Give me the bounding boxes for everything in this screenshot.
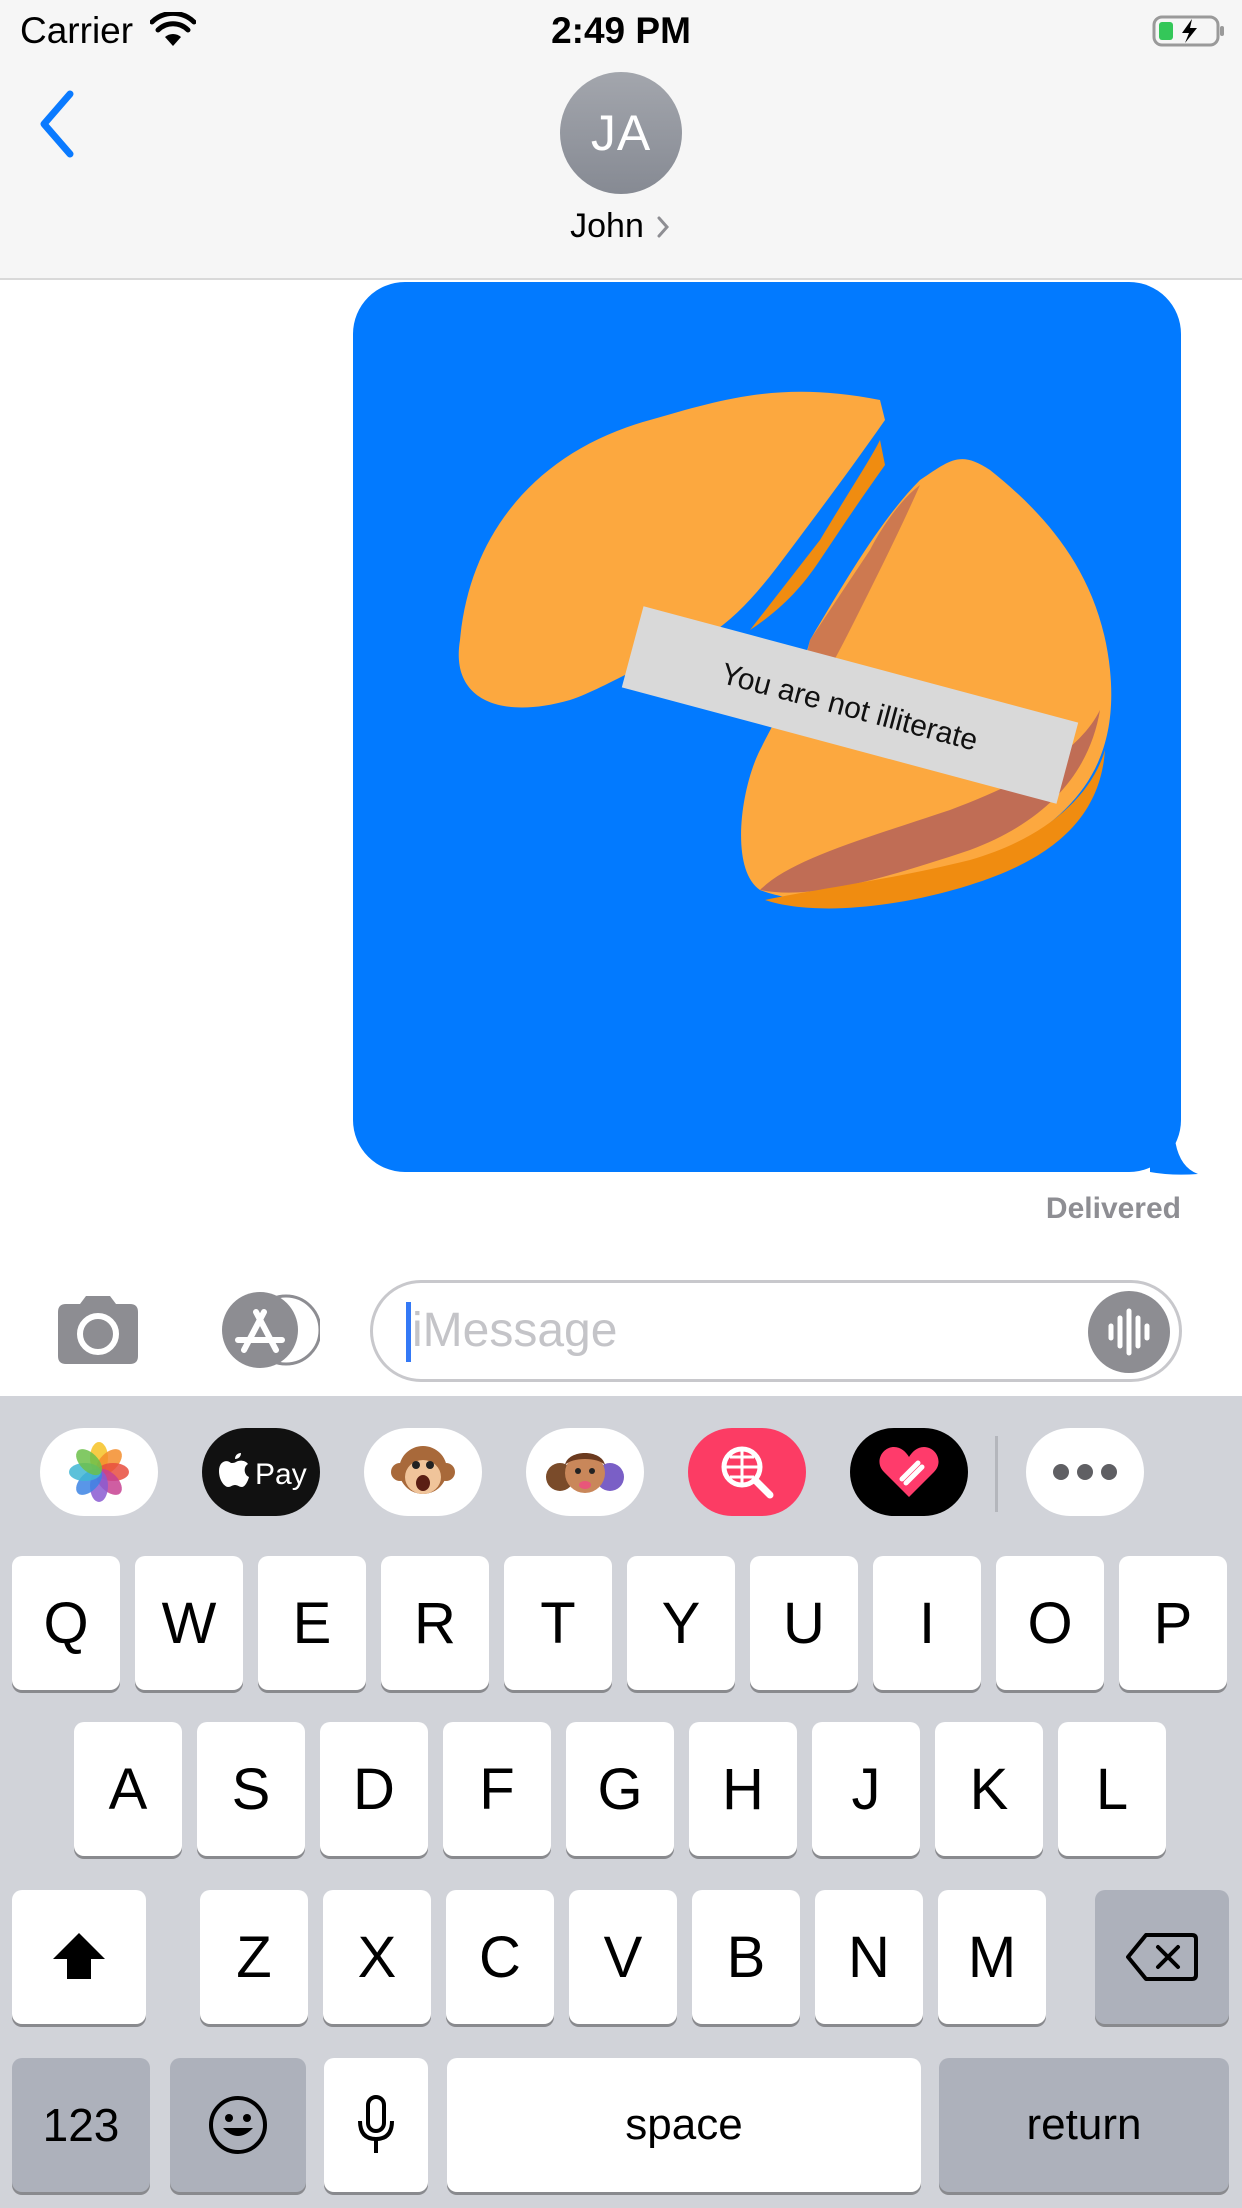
contact-name: John xyxy=(570,207,644,245)
battery-charging-icon xyxy=(1152,15,1224,47)
key-r[interactable]: R xyxy=(381,1556,489,1690)
apple-pay-app-button[interactable]: Pay xyxy=(202,1428,320,1516)
space-key[interactable]: space xyxy=(447,2058,921,2192)
key-g[interactable]: G xyxy=(566,1722,674,1856)
key-y[interactable]: Y xyxy=(627,1556,735,1690)
key-v[interactable]: V xyxy=(569,1890,677,2024)
conversation-header: JA John xyxy=(0,62,1242,280)
photos-app-button[interactable] xyxy=(40,1428,158,1516)
backspace-icon xyxy=(1126,1933,1198,1981)
dictation-key[interactable] xyxy=(324,2058,428,2192)
key-a[interactable]: A xyxy=(74,1722,182,1856)
key-p[interactable]: P xyxy=(1119,1556,1227,1690)
memoji-icon xyxy=(546,1453,624,1493)
key-m[interactable]: M xyxy=(938,1890,1046,2024)
return-key[interactable]: return xyxy=(939,2058,1229,2192)
search-gif-app-button[interactable] xyxy=(688,1428,806,1516)
microphone-icon xyxy=(358,2095,394,2153)
key-i[interactable]: I xyxy=(873,1556,981,1690)
shift-key[interactable] xyxy=(12,1890,146,2024)
svg-text:Pay: Pay xyxy=(255,1458,307,1491)
photos-icon xyxy=(69,1442,129,1502)
emoji-icon xyxy=(209,2096,267,2154)
fortune-cookie-sticker[interactable]: You are not illiterate xyxy=(430,390,1130,1050)
memoji-app-button[interactable] xyxy=(526,1428,644,1516)
key-z[interactable]: Z xyxy=(200,1890,308,2024)
contact-name-button[interactable]: John xyxy=(0,207,1242,246)
key-d[interactable]: D xyxy=(320,1722,428,1856)
key-u[interactable]: U xyxy=(750,1556,858,1690)
emoji-key[interactable] xyxy=(170,2058,306,2192)
heart-icon xyxy=(879,1447,939,1497)
status-time: 2:49 PM xyxy=(551,10,691,51)
delete-key[interactable] xyxy=(1095,1890,1229,2024)
key-e[interactable]: E xyxy=(258,1556,366,1690)
digital-touch-app-button[interactable] xyxy=(850,1428,968,1516)
monkey-icon xyxy=(391,1446,455,1494)
key-j[interactable]: J xyxy=(812,1722,920,1856)
animoji-app-button[interactable] xyxy=(364,1428,482,1516)
text-caret xyxy=(406,1302,411,1362)
key-k[interactable]: K xyxy=(935,1722,1043,1856)
app-drawer-divider xyxy=(995,1436,998,1512)
audio-message-button[interactable] xyxy=(1088,1291,1170,1373)
shift-arrow-icon xyxy=(53,1933,105,1979)
key-l[interactable]: L xyxy=(1058,1722,1166,1856)
more-icon xyxy=(1053,1464,1117,1480)
key-s[interactable]: S xyxy=(197,1722,305,1856)
key-x[interactable]: X xyxy=(323,1890,431,2024)
key-w[interactable]: W xyxy=(135,1556,243,1690)
globe-search-icon xyxy=(721,1446,774,1499)
key-c[interactable]: C xyxy=(446,1890,554,2024)
app-store-icon[interactable] xyxy=(210,1290,320,1370)
key-n[interactable]: N xyxy=(815,1890,923,2024)
audio-waveform-icon xyxy=(1108,1308,1150,1356)
camera-icon[interactable] xyxy=(50,1290,146,1370)
key-q[interactable]: Q xyxy=(12,1556,120,1690)
chevron-right-icon xyxy=(657,216,669,237)
message-placeholder: iMessage xyxy=(412,1304,618,1357)
numbers-key[interactable]: 123 xyxy=(12,2058,150,2192)
avatar[interactable]: JA xyxy=(560,72,682,194)
bubble-tail xyxy=(1150,1130,1198,1175)
chevron-left-icon[interactable] xyxy=(30,84,86,164)
key-h[interactable]: H xyxy=(689,1722,797,1856)
key-f[interactable]: F xyxy=(443,1722,551,1856)
apple-pay-icon: Pay xyxy=(219,1453,307,1491)
key-o[interactable]: O xyxy=(996,1556,1104,1690)
delivery-status: Delivered xyxy=(1045,1192,1181,1225)
key-t[interactable]: T xyxy=(504,1556,612,1690)
key-b[interactable]: B xyxy=(692,1890,800,2024)
more-apps-button[interactable] xyxy=(1026,1428,1144,1516)
